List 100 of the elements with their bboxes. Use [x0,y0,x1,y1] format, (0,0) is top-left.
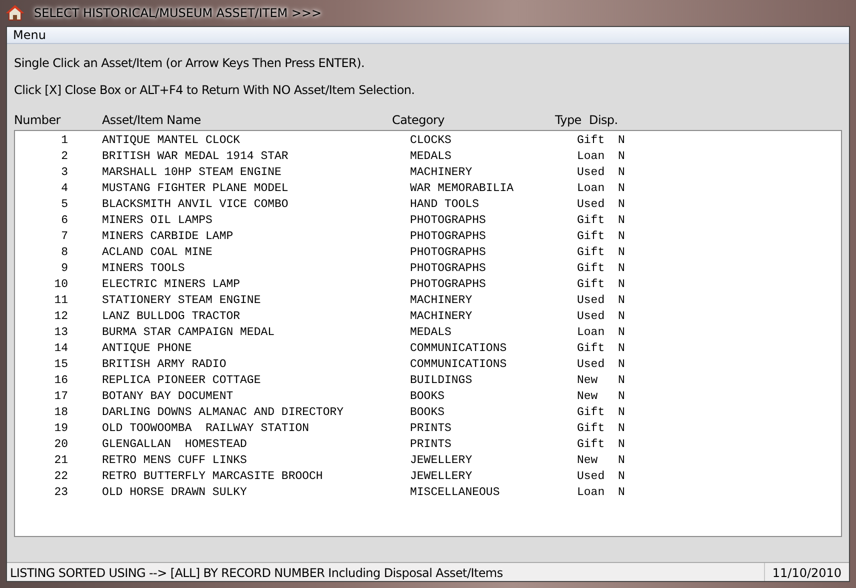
table-cell-text: MISCELLANEOUS [410,486,501,498]
table-cell-text: MINERS TOOLS [102,262,186,274]
table-cell-text: BOOKS [410,390,446,402]
table-cell-text: JEWELLERY [410,454,474,466]
table-cell-text: MUSTANG FIGHTER PLANE MODEL [102,182,290,194]
table-cell-text: 18 [53,406,68,418]
table-cell-text: 4 [60,182,68,194]
table-cell-text: N [618,182,626,194]
table-cell-text: N [618,310,626,322]
table-cell-text: N [618,262,626,274]
table-cell-text: BLACKSMITH ANVIL VICE COMBO [102,198,290,210]
table-cell-text: N [618,342,626,354]
table-cell-text: Gift [577,278,606,290]
table-cell-text: 5 [60,198,68,210]
table-cell-text: COMMUNICATIONS [410,358,508,370]
menu-item[interactable]: Menu [11,28,48,42]
table-cell-text: 13 [53,326,68,338]
table-cell-text: 6 [60,214,68,226]
table-cell-text: N [618,326,626,338]
status-date: 11/10/2010 [771,565,843,581]
table-cell-text: Gift [577,342,606,354]
table-cell-text: N [618,422,626,434]
table-cell-text: 2 [60,150,68,162]
table-cell-text: MINERS OIL LAMPS [102,214,214,226]
column-header: Disp. [589,113,619,127]
table-cell-text: Gift [577,438,606,450]
table-cell-text: 17 [53,390,68,402]
table-cell-text: HAND TOOLS [410,198,480,210]
table-cell-text: Gift [577,262,606,274]
status-text: LISTING SORTED USING --> [ALL] BY RECORD NUMBER Including Disposal Asset/Items [7,563,765,581]
column-header: Number [14,113,62,127]
table-cell-text: ELECTRIC MINERS LAMP [102,278,242,290]
asset-list[interactable] [14,130,842,537]
table-cell-text: Used [577,358,606,370]
table-cell-text: ANTIQUE PHONE [102,342,193,354]
table-cell-text: N [618,470,626,482]
table-cell-text: PHOTOGRAPHS [410,246,487,258]
table-cell-text: PRINTS [410,422,452,434]
table-cell-text: Gift [577,134,606,146]
table-cell-text: BRITISH WAR MEDAL 1914 STAR [102,150,290,162]
table-cell-text: OLD HORSE DRAWN SULKY [102,486,248,498]
table-cell-text: N [618,406,626,418]
table-cell-text: N [618,166,626,178]
column-header: Type [555,113,582,127]
table-cell-text: N [618,134,626,146]
table-cell-text: MARSHALL 10HP STEAM ENGINE [102,166,282,178]
table-cell-text: ANTIQUE MANTEL CLOCK [102,134,242,146]
table-cell-text: 11 [53,294,68,306]
table-cell-text: 8 [60,246,68,258]
table-cell-text: Gift [577,406,606,418]
table-cell-text: 1 [60,134,68,146]
table-cell-text: Used [577,198,606,210]
instruction-text: Single Click an Asset/Item (or Arrow Keys Then Press ENTER). [14,56,366,70]
table-cell-text: BUILDINGS [410,374,474,386]
table-cell-text: Used [577,310,606,322]
table-cell-text: 20 [53,438,68,450]
table-cell-text: N [618,390,626,402]
table-cell-text: N [618,230,626,242]
table-cell-text: 16 [53,374,68,386]
table-cell-text: 23 [53,486,68,498]
table-cell-text: N [618,294,626,306]
table-cell-text: REPLICA PIONEER COTTAGE [102,374,262,386]
table-cell-text: COMMUNICATIONS [410,342,508,354]
table-cell-text: N [618,214,626,226]
table-cell-text: N [618,374,626,386]
table-cell-text: N [618,454,626,466]
table-cell-text: 7 [60,230,68,242]
table-cell-text: N [618,438,626,450]
table-cell-text: 3 [60,166,68,178]
table-cell-text: Used [577,166,606,178]
table-cell-text: Gift [577,246,606,258]
table-cell-text: STATIONERY STEAM ENGINE [102,294,262,306]
table-cell-text: BOOKS [410,406,446,418]
column-header: Category [392,113,446,127]
table-cell-text: Used [577,470,606,482]
table-cell-text: DARLING DOWNS ALMANAC AND DIRECTORY [102,406,345,418]
table-cell-text: RETRO MENS CUFF LINKS [102,454,248,466]
table-cell-text: Loan [577,326,606,338]
instruction-text: Click [X] Close Box or ALT+F4 to Return With NO Asset/Item Selection. [14,83,416,97]
column-header: Asset/Item Name [102,113,202,127]
table-cell-text: WAR MEMORABILIA [410,182,515,194]
table-cell-text: PHOTOGRAPHS [410,214,487,226]
table-cell-text: New [577,390,599,402]
table-cell-text: N [618,486,626,498]
table-cell-text: 10 [53,278,68,290]
table-cell-text: BRITISH ARMY RADIO [102,358,228,370]
table-cell-text: MEDALS [410,326,452,338]
table-cell-text: OLD TOOWOOMBA RAILWAY STATION [102,422,310,434]
table-cell-text: N [618,150,626,162]
house-icon [6,4,24,22]
table-cell-text: 14 [53,342,68,354]
table-cell-text: ACLAND COAL MINE [102,246,214,258]
table-cell-text: PHOTOGRAPHS [410,230,487,242]
table-cell-text: MACHINERY [410,310,474,322]
table-cell-text: Gift [577,422,606,434]
table-cell-text: CLOCKS [410,134,452,146]
table-cell-text: PHOTOGRAPHS [410,278,487,290]
table-cell-text: New [577,454,599,466]
table-cell-text: N [618,278,626,290]
table-cell-text: N [618,246,626,258]
